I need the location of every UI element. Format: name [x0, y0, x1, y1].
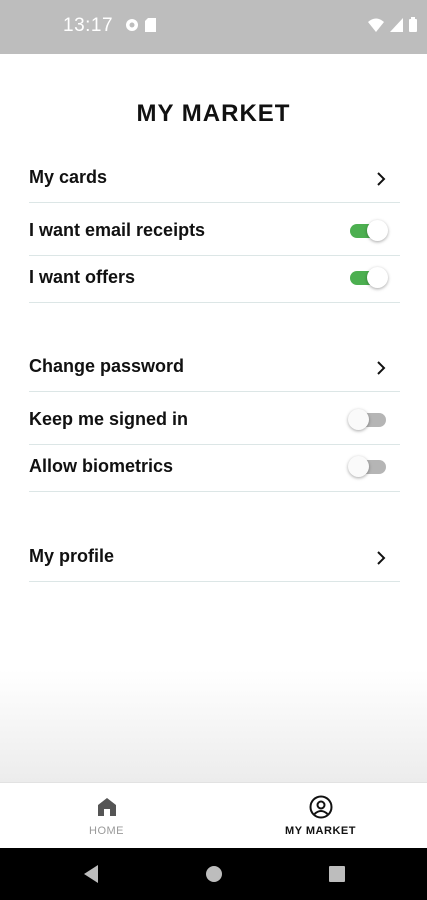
- recents-icon[interactable]: [328, 864, 346, 884]
- chevron-right-icon: [377, 172, 386, 186]
- notification-icons: [125, 18, 156, 32]
- email-receipts-label: I want email receipts: [29, 220, 206, 240]
- biometrics-row: Allow biometrics: [29, 444, 400, 492]
- nav-my-market[interactable]: MY MARKET: [214, 783, 427, 849]
- home-circle-icon[interactable]: [205, 864, 223, 884]
- wifi-icon: [368, 18, 384, 32]
- content-fade: [0, 670, 427, 782]
- app-notification-icon: [126, 19, 138, 31]
- email-receipts-toggle[interactable]: [350, 219, 388, 243]
- android-nav-bar: [0, 848, 427, 900]
- user-circle-icon: [309, 795, 332, 819]
- system-icons: [368, 17, 417, 32]
- nav-home-label: HOME: [89, 825, 124, 837]
- status-time: 13:17: [63, 15, 114, 36]
- my-cards-label: My cards: [29, 167, 108, 187]
- my-profile-row[interactable]: My profile: [29, 534, 400, 582]
- keep-signed-in-label: Keep me signed in: [29, 409, 189, 429]
- offers-toggle[interactable]: [350, 266, 388, 290]
- sd-card-icon: [145, 18, 156, 32]
- nav-home[interactable]: HOME: [0, 783, 213, 849]
- chevron-right-icon: [377, 361, 386, 375]
- toggle-knob: [348, 409, 369, 430]
- home-icon: [97, 798, 116, 816]
- keep-signed-in-toggle[interactable]: [348, 408, 388, 432]
- biometrics-label: Allow biometrics: [29, 456, 174, 476]
- keep-signed-in-row: Keep me signed in: [29, 397, 400, 445]
- back-icon[interactable]: [82, 864, 100, 884]
- signal-icon: [390, 17, 403, 32]
- change-password-row[interactable]: Change password: [29, 344, 400, 392]
- nav-my-market-label: MY MARKET: [285, 825, 356, 837]
- bottom-nav: HOME MY MARKET: [0, 782, 427, 849]
- toggle-knob: [348, 456, 369, 477]
- chevron-right-icon: [377, 551, 386, 565]
- status-bar: 13:17: [0, 0, 427, 54]
- biometrics-toggle[interactable]: [348, 455, 388, 479]
- battery-icon: [409, 17, 417, 32]
- email-receipts-row: I want email receipts: [29, 208, 400, 256]
- change-password-label: Change password: [29, 356, 185, 376]
- toggle-knob: [367, 220, 388, 241]
- offers-label: I want offers: [29, 267, 136, 287]
- my-profile-label: My profile: [29, 546, 115, 566]
- page-title: MY MARKET: [136, 100, 291, 127]
- toggle-knob: [367, 267, 388, 288]
- offers-row: I want offers: [29, 255, 400, 303]
- my-cards-row[interactable]: My cards: [29, 155, 400, 203]
